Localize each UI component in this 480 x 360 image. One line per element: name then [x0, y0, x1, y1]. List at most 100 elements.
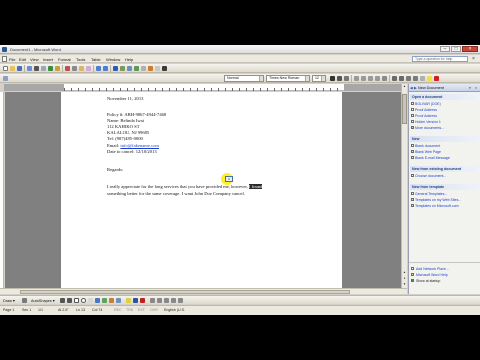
paste-icon[interactable] [79, 66, 84, 71]
menu-insert[interactable]: Insert [43, 57, 53, 62]
chevron-down-icon[interactable] [259, 76, 263, 81]
clipart-icon[interactable] [109, 298, 114, 303]
show-at-startup-label[interactable]: Show at startup [416, 279, 440, 283]
bold-icon[interactable] [330, 76, 335, 81]
menu-view[interactable]: View [30, 57, 39, 62]
drawing-icon[interactable] [148, 66, 153, 71]
print-icon[interactable] [34, 66, 39, 71]
chevron-down-icon[interactable] [305, 76, 309, 81]
close-pane-icon[interactable]: × [475, 86, 477, 90]
email-link[interactable]: info@fakename.com [120, 143, 159, 148]
justify-icon[interactable] [375, 76, 380, 81]
menu-format[interactable]: Format [58, 57, 71, 62]
more-documents-link[interactable]: More documents... [415, 126, 444, 130]
back-arrow-icon[interactable]: ◀ [410, 86, 413, 90]
picture-icon[interactable] [116, 298, 121, 303]
line-spacing-icon[interactable] [382, 76, 387, 81]
vertical-scrollbar[interactable]: ▲ ▲ ● ▼ [401, 84, 407, 288]
forward-arrow-icon[interactable]: ▶ [414, 86, 417, 90]
next-page-icon[interactable]: ▼ [402, 282, 407, 287]
policy-line[interactable]: Policy #: ABH-9867-4944-7468 [107, 112, 166, 117]
permission-icon[interactable] [27, 66, 32, 71]
style-dropdown[interactable]: Normal [224, 75, 264, 82]
menu-tools[interactable]: Tools [76, 57, 85, 62]
styles-icon[interactable] [3, 76, 8, 81]
bullets-icon[interactable] [399, 76, 404, 81]
arrow-style-icon[interactable] [164, 298, 169, 303]
font-dropdown[interactable]: Times New Roman [266, 75, 310, 82]
line-icon[interactable] [60, 298, 65, 303]
scroll-up-icon[interactable]: ▲ [402, 84, 407, 89]
horizontal-scrollbar[interactable] [0, 288, 407, 294]
microsoft-templates-link[interactable]: Templates on Microsoft.com [415, 204, 459, 208]
choose-document-link[interactable]: Choose document... [415, 174, 446, 178]
diagram-icon[interactable] [102, 298, 107, 303]
undo-icon[interactable] [96, 66, 101, 71]
autocorrect-options-icon[interactable]: A [225, 176, 233, 182]
spelling-icon[interactable] [48, 66, 53, 71]
browse-object-icon[interactable]: ● [402, 276, 407, 281]
drawbar-font-color-icon[interactable] [140, 298, 145, 303]
document-area[interactable]: November 11, 2013 Policy #: ABH-9867-494… [5, 92, 401, 288]
menu-table[interactable]: Table [91, 57, 101, 62]
highlight-icon[interactable] [427, 76, 432, 81]
rectangle-icon[interactable] [74, 298, 79, 303]
align-right-icon[interactable] [368, 76, 373, 81]
font-color-icon[interactable] [434, 76, 439, 81]
add-network-place-link[interactable]: Add Network Place... [416, 267, 449, 271]
checkbox-icon[interactable] [411, 279, 414, 282]
wordart-icon[interactable] [95, 298, 100, 303]
close-document-icon[interactable]: × [472, 56, 475, 62]
hyperlink-icon[interactable] [113, 66, 118, 71]
help-search-input[interactable]: Type a question for help [412, 56, 468, 62]
name-line[interactable]: Name: Belinda Iwai [107, 118, 144, 123]
document-map-icon[interactable] [155, 66, 160, 71]
status-ext[interactable]: EXT [138, 308, 145, 312]
recent-doc-1[interactable]: BOLIVAR (DOE) [415, 102, 441, 106]
font-size-dropdown[interactable]: 12 [312, 75, 326, 82]
italic-icon[interactable] [337, 76, 342, 81]
horizontal-ruler[interactable] [4, 84, 405, 91]
columns-icon[interactable] [141, 66, 146, 71]
numbering-icon[interactable] [392, 76, 397, 81]
blank-email-link[interactable]: Blank E-mail Message [415, 156, 450, 160]
show-hide-icon[interactable] [162, 66, 167, 71]
recent-doc-2[interactable]: Proof Address [415, 108, 437, 112]
blank-document-link[interactable]: Blank document [415, 144, 440, 148]
close-button[interactable]: × [462, 46, 478, 52]
telephone-line[interactable]: Tel: (987)485-0000 [107, 136, 143, 141]
document-icon[interactable] [2, 56, 7, 62]
letter-date[interactable]: November 11, 2013 [107, 96, 143, 101]
research-icon[interactable] [55, 66, 60, 71]
cancel-date-line[interactable]: Date to cancel: 12/10/2013 [107, 149, 157, 154]
open-folder-icon[interactable] [10, 66, 15, 71]
recent-doc-3[interactable]: Proof Address [415, 114, 437, 118]
body-line-2[interactable]: something better for the same coverage. … [107, 191, 245, 196]
status-ovr[interactable]: OVR [150, 308, 158, 312]
save-icon[interactable] [17, 66, 22, 71]
line-color-icon[interactable] [133, 298, 138, 303]
status-trk[interactable]: TRK [126, 308, 133, 312]
dropdown-icon[interactable]: ▾ [469, 86, 471, 90]
general-templates-link[interactable]: General Templates... [415, 192, 447, 196]
web-templates-link[interactable]: Templates on my Web Sites... [415, 198, 461, 202]
print-preview-icon[interactable] [41, 66, 46, 71]
menu-edit[interactable]: Edit [19, 57, 26, 62]
address-line-1[interactable]: 112 KAHIKO ST [107, 124, 140, 129]
redo-icon[interactable] [103, 66, 108, 71]
minimize-button[interactable]: – [440, 46, 450, 52]
fill-color-icon[interactable] [126, 298, 131, 303]
menu-help[interactable]: Help [125, 57, 133, 62]
selected-text[interactable]: I found [249, 184, 263, 189]
new-document-icon[interactable] [3, 66, 8, 71]
copy-icon[interactable] [72, 66, 77, 71]
vertical-ruler[interactable] [0, 92, 4, 288]
dash-style-icon[interactable] [157, 298, 162, 303]
body-line-1[interactable]: I really appreciate for the long service… [107, 184, 263, 189]
document-page[interactable]: November 11, 2013 Policy #: ABH-9867-494… [61, 92, 342, 288]
arrow-icon[interactable] [67, 298, 72, 303]
recent-doc-4[interactable]: Holder Version 1 [415, 120, 441, 124]
textbox-icon[interactable] [88, 298, 93, 303]
email-line[interactable]: Email: info@fakename.com [107, 143, 159, 148]
underline-icon[interactable] [344, 76, 349, 81]
